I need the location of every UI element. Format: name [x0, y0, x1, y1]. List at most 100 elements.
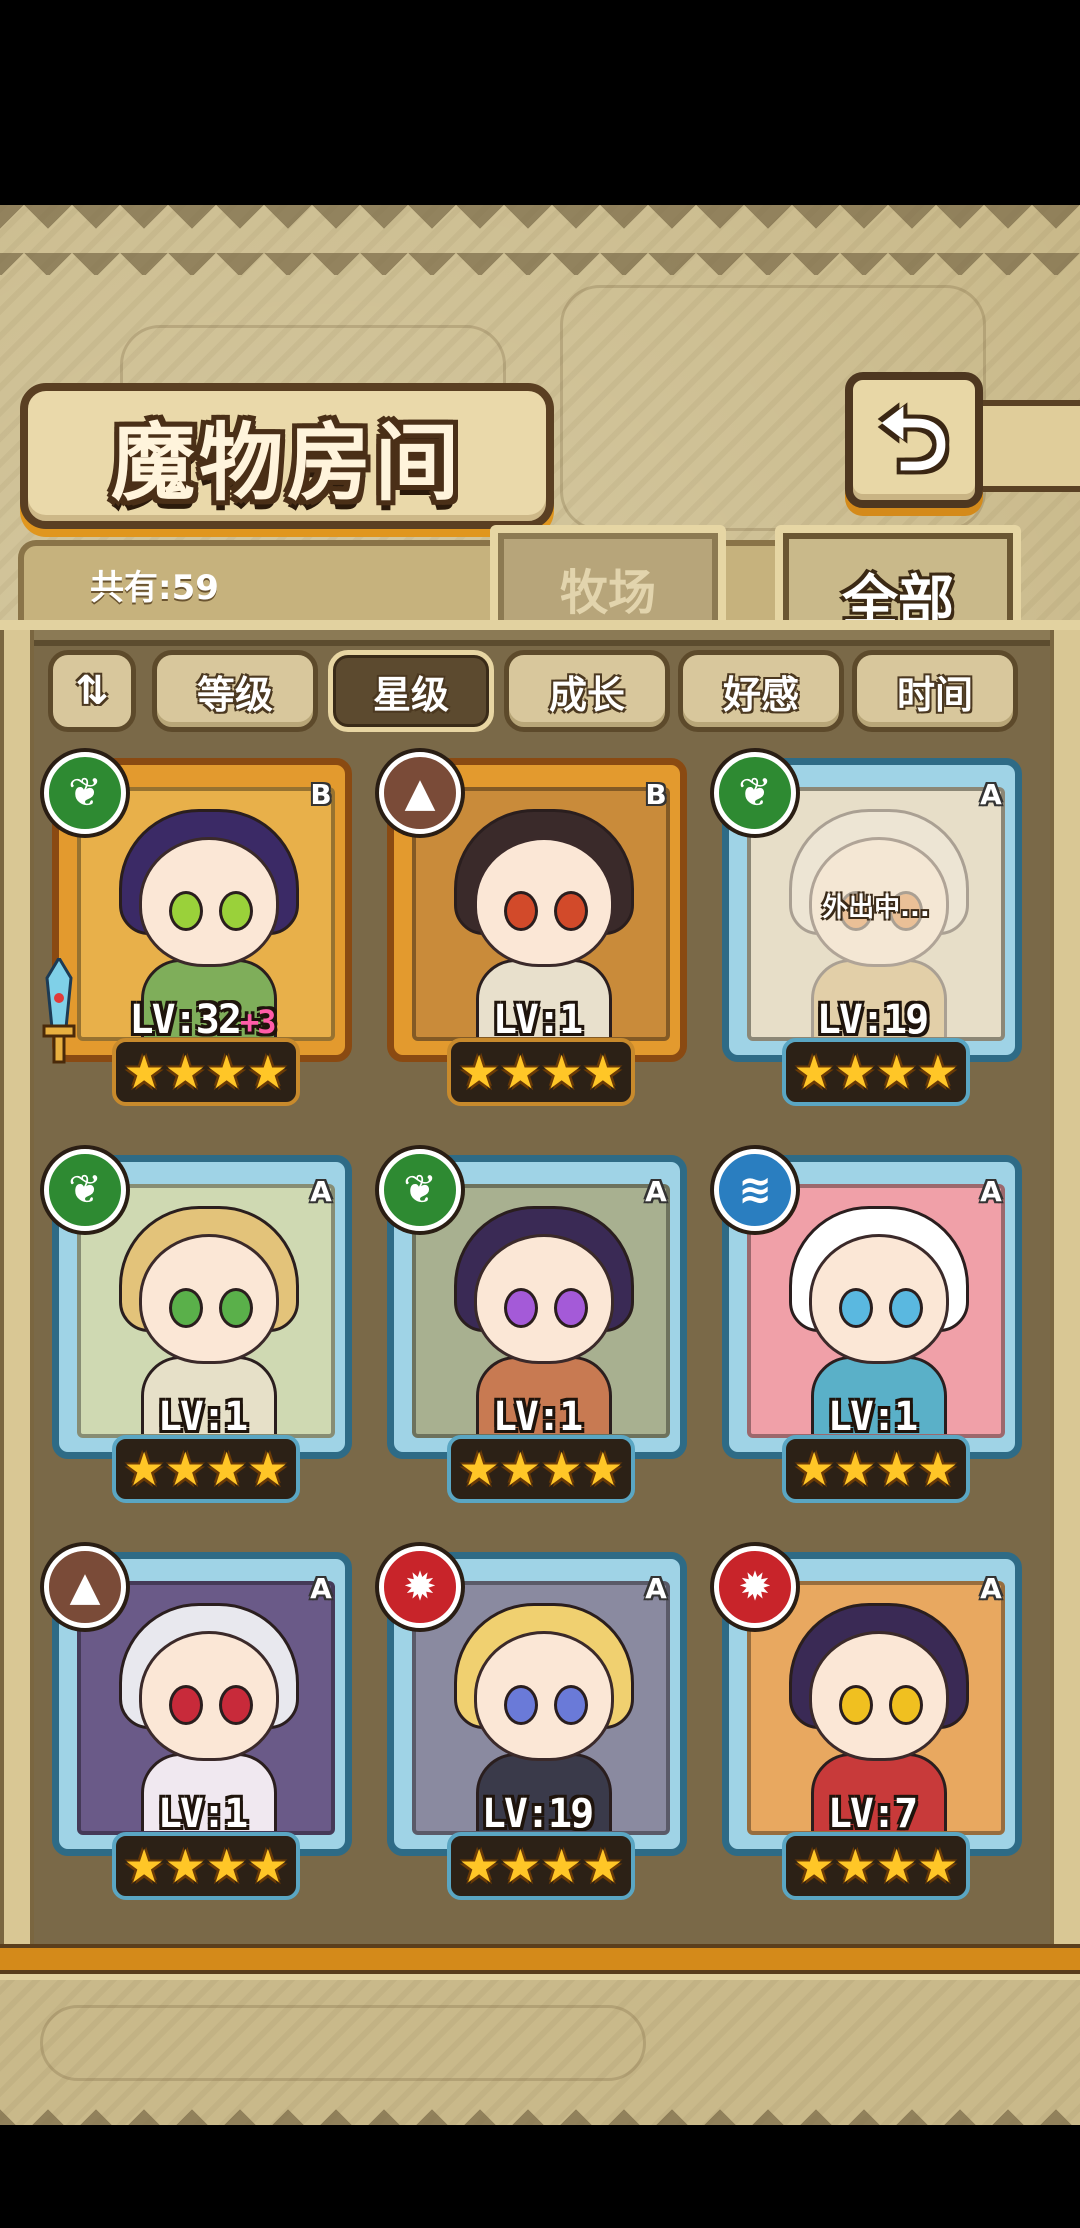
back-icon: ⮌	[879, 390, 949, 490]
monster-face	[809, 1234, 949, 1364]
equipped-sword-icon	[42, 958, 76, 1064]
star-rating: ★ ★ ★ ★	[112, 1832, 300, 1900]
monster-card[interactable]: A LV:19 ✹ ★ ★ ★ ★	[379, 1546, 687, 1900]
star-icon: ★	[793, 1442, 835, 1496]
panel-bottom-bar	[0, 1944, 1080, 1974]
map-decoration	[40, 2005, 646, 2081]
rock-element-icon: ▲	[379, 752, 461, 834]
level-label: LV:1	[59, 1791, 345, 1837]
fire-element-icon: ✹	[714, 1546, 796, 1628]
monster-eye	[554, 1685, 588, 1725]
monster-eye	[219, 1685, 253, 1725]
page-title: 魔物房间	[110, 412, 463, 512]
star-icon: ★	[123, 1442, 165, 1496]
star-icon: ★	[458, 1442, 500, 1496]
star-icon: ★	[541, 1442, 583, 1496]
star-icon: ★	[206, 1839, 248, 1893]
fire-element-icon: ✹	[379, 1546, 461, 1628]
level-label: LV:32+3	[59, 997, 345, 1043]
star-icon: ★	[834, 1839, 876, 1893]
star-icon: ★	[917, 1442, 959, 1496]
sort-growth-button[interactable]: 成长	[504, 650, 670, 732]
panel-rail-left	[0, 630, 34, 1950]
star-icon: ★	[582, 1839, 624, 1893]
star-icon: ★	[164, 1442, 206, 1496]
rank-badge: A	[310, 1175, 332, 1208]
monster-face	[474, 1234, 614, 1364]
sort-star-button[interactable]: 星级	[328, 650, 494, 732]
level-label: LV:1	[394, 997, 680, 1043]
level-value: LV:1	[157, 1791, 248, 1837]
star-icon: ★	[917, 1839, 959, 1893]
star-rating: ★ ★ ★ ★	[782, 1435, 970, 1503]
star-icon: ★	[876, 1839, 918, 1893]
rank-badge: A	[645, 1572, 667, 1605]
rock-element-icon: ▲	[44, 1546, 126, 1628]
monster-face	[809, 1631, 949, 1761]
rank-badge: B	[645, 778, 667, 811]
star-icon: ★	[499, 1839, 541, 1893]
star-icon: ★	[123, 1045, 165, 1099]
rank-badge: A	[310, 1572, 332, 1605]
star-rating: ★ ★ ★ ★	[782, 1038, 970, 1106]
star-rating: ★ ★ ★ ★	[782, 1832, 970, 1900]
level-value: LV:19	[816, 997, 929, 1043]
monster-card[interactable]: A LV:1 ▲ ★ ★ ★ ★	[44, 1546, 352, 1900]
star-icon: ★	[458, 1045, 500, 1099]
level-value: LV:1	[492, 1394, 583, 1440]
monster-eye	[889, 1288, 923, 1328]
sort-time-button[interactable]: 时间	[852, 650, 1018, 732]
monster-card[interactable]: B LV:32+3 ❦ ★ ★ ★ ★	[42, 752, 352, 1106]
star-icon: ★	[541, 1839, 583, 1893]
sort-affection-button[interactable]: 好感	[678, 650, 844, 732]
star-icon: ★	[499, 1442, 541, 1496]
leaf-element-icon: ❦	[44, 1149, 126, 1231]
level-value: LV:1	[827, 1394, 918, 1440]
star-icon: ★	[499, 1045, 541, 1099]
star-icon: ★	[876, 1045, 918, 1099]
torn-paper-top	[0, 205, 1080, 275]
monster-eye	[169, 1288, 203, 1328]
monster-card[interactable]: A LV:1 ❦ ★ ★ ★ ★	[379, 1149, 687, 1503]
rank-badge: B	[310, 778, 332, 811]
star-icon: ★	[206, 1442, 248, 1496]
monster-face	[139, 1234, 279, 1364]
star-icon: ★	[123, 1839, 165, 1893]
monster-eye	[839, 1288, 873, 1328]
rank-badge: A	[645, 1175, 667, 1208]
monster-card[interactable]: A LV:1 ❦ ★ ★ ★ ★	[44, 1149, 352, 1503]
star-icon: ★	[917, 1045, 959, 1099]
monster-eye	[169, 891, 203, 931]
rank-badge: A	[980, 778, 1002, 811]
monster-eye	[504, 1685, 538, 1725]
monster-eye	[504, 891, 538, 931]
monster-face	[139, 837, 279, 967]
star-icon: ★	[582, 1442, 624, 1496]
title-plate: 魔物房间	[20, 383, 554, 529]
star-rating: ★ ★ ★ ★	[112, 1435, 300, 1503]
sort-level-button[interactable]: 等级	[152, 650, 318, 732]
monster-eye	[839, 1685, 873, 1725]
panel-rail-right	[1050, 630, 1080, 1950]
sort-order-icon: ⇅	[75, 668, 109, 714]
star-icon: ★	[458, 1839, 500, 1893]
star-icon: ★	[164, 1045, 206, 1099]
level-value: LV:7	[827, 1791, 918, 1837]
back-button[interactable]: ⮌	[845, 372, 983, 508]
level-label: LV:19	[729, 997, 1015, 1043]
monster-card[interactable]: A LV:7 ✹ ★ ★ ★ ★	[714, 1546, 1022, 1900]
monster-card[interactable]: B LV:1 ▲ ★ ★ ★ ★	[379, 752, 687, 1106]
monster-card[interactable]: 外出中... A LV:19 ❦ ★ ★ ★ ★	[714, 752, 1022, 1106]
star-rating: ★ ★ ★ ★	[447, 1435, 635, 1503]
star-icon: ★	[164, 1839, 206, 1893]
star-icon: ★	[247, 1442, 289, 1496]
star-icon: ★	[793, 1839, 835, 1893]
level-value: LV:32	[129, 997, 242, 1043]
away-status-label: 外出中...	[822, 893, 930, 923]
sort-order-toggle[interactable]: ⇅	[48, 650, 136, 732]
level-value: LV:1	[157, 1394, 248, 1440]
monster-eye	[504, 1288, 538, 1328]
star-icon: ★	[541, 1045, 583, 1099]
leaf-element-icon: ❦	[44, 752, 126, 834]
monster-card[interactable]: A LV:1 ≋ ★ ★ ★ ★	[714, 1149, 1022, 1503]
